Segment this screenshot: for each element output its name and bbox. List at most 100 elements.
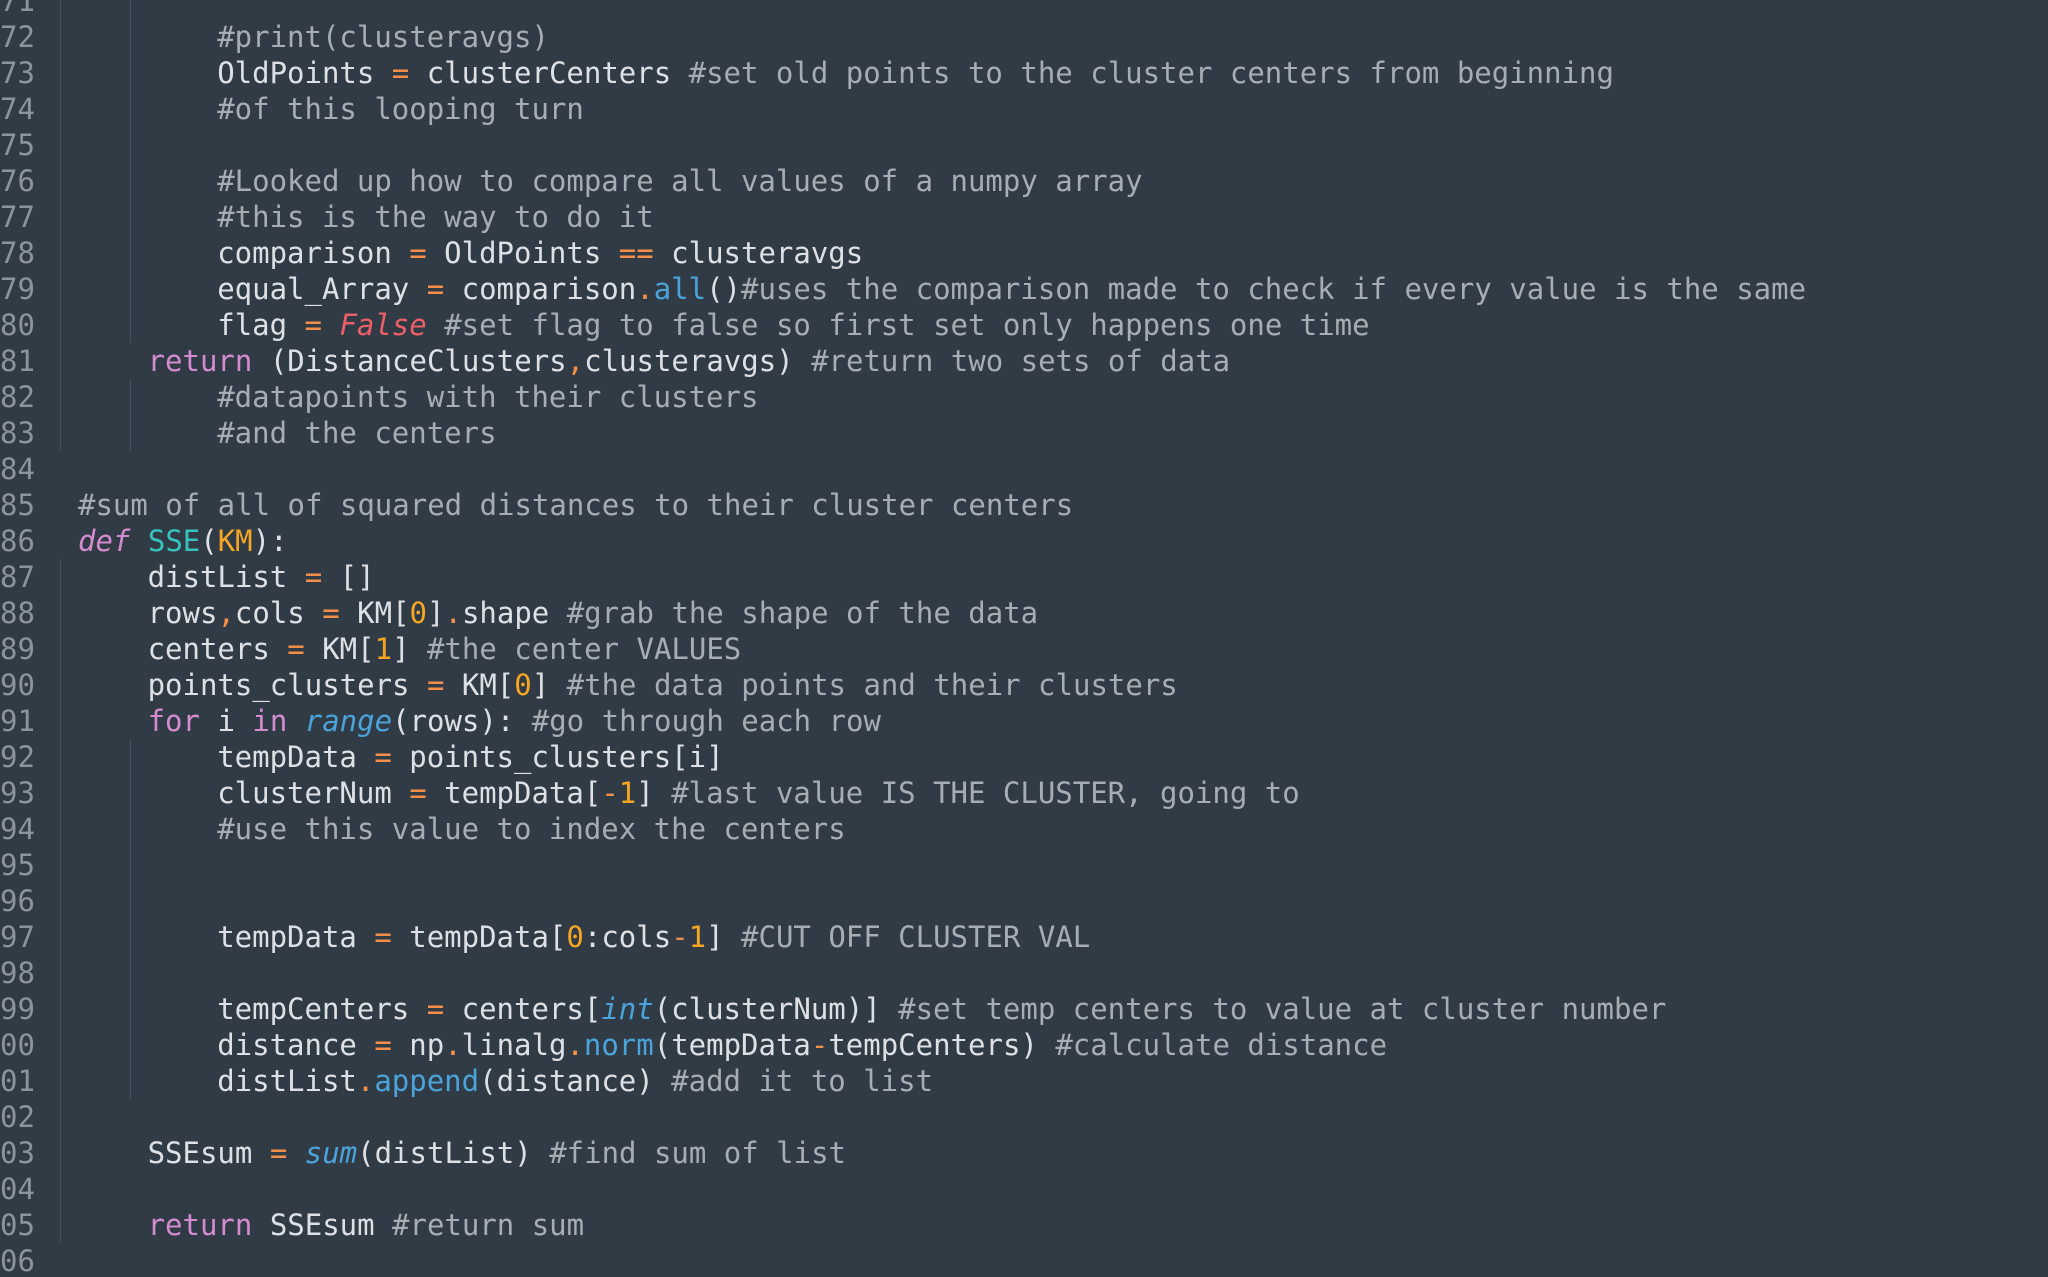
line-content[interactable]: rows,cols = KM[0].shape #grab the shape … [148,595,1039,631]
code-line[interactable]: 72 #print(clusteravgs) [0,19,2048,55]
line-number: 03 [0,1136,35,1170]
token-text: clusterCenters [409,56,689,90]
token-text: rows [147,596,218,630]
code-line[interactable]: 82 #datapoints with their clusters [0,379,2048,415]
code-line[interactable]: 88 rows,cols = KM[0].shape #grab the shap… [0,595,2048,631]
token-text: tempData[ [391,920,567,954]
line-content[interactable]: #Looked up how to compare all values of … [217,163,1142,199]
code-line[interactable]: 85 #sum of all of squared distances to th… [0,487,2048,523]
token-text: ] [531,668,567,702]
code-line[interactable]: 95 [0,847,2048,883]
code-line[interactable]: 80 flag = False #set flag to false so fir… [0,307,2048,343]
code-line[interactable]: 74 #of this looping turn [0,91,2048,127]
indent-guide [129,739,131,775]
code-line[interactable]: 76 #Looked up how to compare all values o… [0,163,2048,199]
indent-guide [60,1099,61,1135]
code-line[interactable]: 81 return (DistanceClusters,clusteravgs) … [0,343,2048,379]
code-line[interactable]: 03 SSEsum = sum(distList) #find sum of li… [0,1135,2048,1171]
code-line[interactable]: 71 [0,0,2048,19]
code-line[interactable]: 92 tempData = points_clusters[i] [0,739,2048,775]
line-content[interactable]: flag = False #set flag to false so first… [217,307,1369,343]
line-content[interactable]: #of this looping turn [217,91,584,127]
indent-guide [60,1027,61,1063]
token-text: ( [200,524,218,558]
line-content[interactable]: equal_Array = comparison.all()#uses the … [217,271,1806,307]
code-editor[interactable]: 71 72 #print(clusteravgs) 73 OldPoints = clu… [0,0,2048,1277]
line-content[interactable]: clusterNum = tempData[-1] #last value IS… [217,775,1300,811]
code-line[interactable]: 73 OldPoints = clusterCenters #set old po… [0,55,2048,91]
code-line[interactable]: 00 distance = np.linalg.norm(tempData-tem… [0,1027,2048,1063]
indent-guide [60,91,61,127]
line-content[interactable]: SSEsum = sum(distList) #find sum of list [148,1135,846,1171]
code-line[interactable]: 05 return SSEsum #return sum [0,1207,2048,1243]
indent-guide [129,307,131,343]
code-line[interactable]: 94 #use this value to index the centers [0,811,2048,847]
line-content[interactable]: for i in range(rows): #go through each r… [148,703,881,739]
token-comment: #datapoints with their clusters [217,380,759,414]
token-text: OldPoints [217,56,392,90]
line-number: 85 [0,488,35,522]
code-line[interactable]: 91 for i in range(rows): #go through each… [0,703,2048,739]
line-number: 04 [0,1172,35,1206]
line-number: 98 [0,956,35,990]
token-operator: = [426,272,445,306]
line-content[interactable]: points_clusters = KM[0] #the data points… [148,667,1178,703]
line-content[interactable]: #datapoints with their clusters [217,379,758,415]
code-line[interactable]: 84 [0,451,2048,487]
line-number: 96 [0,884,35,918]
line-content[interactable]: distList.append(distance) #add it to lis… [217,1063,933,1099]
line-number: 84 [0,452,35,486]
code-line[interactable]: 78 comparison = OldPoints == clusteravgs [0,235,2048,271]
line-content[interactable]: #and the centers [217,415,496,451]
line-number: 82 [0,380,35,414]
code-line[interactable]: 97 tempData = tempData[0:cols-1] #CUT OFF… [0,919,2048,955]
line-content[interactable]: comparison = OldPoints == clusteravgs [217,235,863,271]
line-content[interactable]: distList = [] [148,559,375,595]
token-text: KM[ [304,632,375,666]
token-operator: - [810,1028,829,1062]
code-line[interactable]: 83 #and the centers [0,415,2048,451]
line-content[interactable]: #this is the way to do it [217,199,654,235]
line-content[interactable]: distance = np.linalg.norm(tempData-tempC… [217,1027,1387,1063]
code-line[interactable]: 90 points_clusters = KM[0] #the data poin… [0,667,2048,703]
line-number: 94 [0,812,35,846]
line-content[interactable]: OldPoints = clusterCenters #set old poin… [217,55,1614,91]
code-line[interactable]: 99 tempCenters = centers[int(clusterNum)]… [0,991,2048,1027]
indent-guide [60,1063,61,1099]
indent-guide [129,1027,131,1063]
line-content[interactable]: #print(clusteravgs) [217,19,549,55]
indent-guide [60,811,61,847]
code-line[interactable]: 89 centers = KM[1] #the center VALUES [0,631,2048,667]
code-line[interactable]: 79 equal_Array = comparison.all()#uses th… [0,271,2048,307]
token-text: (DistanceClusters [252,344,567,378]
line-content[interactable]: def SSE(KM): [78,523,288,559]
code-line[interactable]: 93 clusterNum = tempData[-1] #last value … [0,775,2048,811]
code-line[interactable]: 98 [0,955,2048,991]
line-content[interactable]: tempCenters = centers[int(clusterNum)] #… [217,991,1666,1027]
code-line[interactable]: 02 [0,1099,2048,1135]
token-text: ] [392,632,427,666]
token-text: () [706,272,742,306]
line-content[interactable]: return SSEsum #return sum [148,1207,585,1243]
code-line[interactable]: 77 #this is the way to do it [0,199,2048,235]
token-method: norm [583,1028,654,1062]
indent-guide [60,307,61,343]
line-number: 02 [0,1100,35,1134]
line-content[interactable]: tempData = points_clusters[i] [217,739,723,775]
code-line[interactable]: 75 [0,127,2048,163]
line-number: 92 [0,740,35,774]
code-area[interactable]: 71 72 #print(clusteravgs) 73 OldPoints = clu… [0,0,2048,1277]
code-line[interactable]: 86 def SSE(KM): [0,523,2048,559]
line-content[interactable]: tempData = tempData[0:cols-1] #CUT OFF C… [217,919,1090,955]
token-operator: = [304,560,323,594]
code-line[interactable]: 01 distList.append(distance) #add it to l… [0,1063,2048,1099]
token-text: KM[ [444,668,515,702]
code-line[interactable]: 06 [0,1243,2048,1277]
code-line[interactable]: 04 [0,1171,2048,1207]
line-content[interactable]: #sum of all of squared distances to thei… [78,487,1073,523]
line-content[interactable]: #use this value to index the centers [217,811,846,847]
code-line[interactable]: 87 distList = [] [0,559,2048,595]
code-line[interactable]: 96 [0,883,2048,919]
line-content[interactable]: return (DistanceClusters,clusteravgs) #r… [148,343,1231,379]
line-content[interactable]: centers = KM[1] #the center VALUES [148,631,742,667]
